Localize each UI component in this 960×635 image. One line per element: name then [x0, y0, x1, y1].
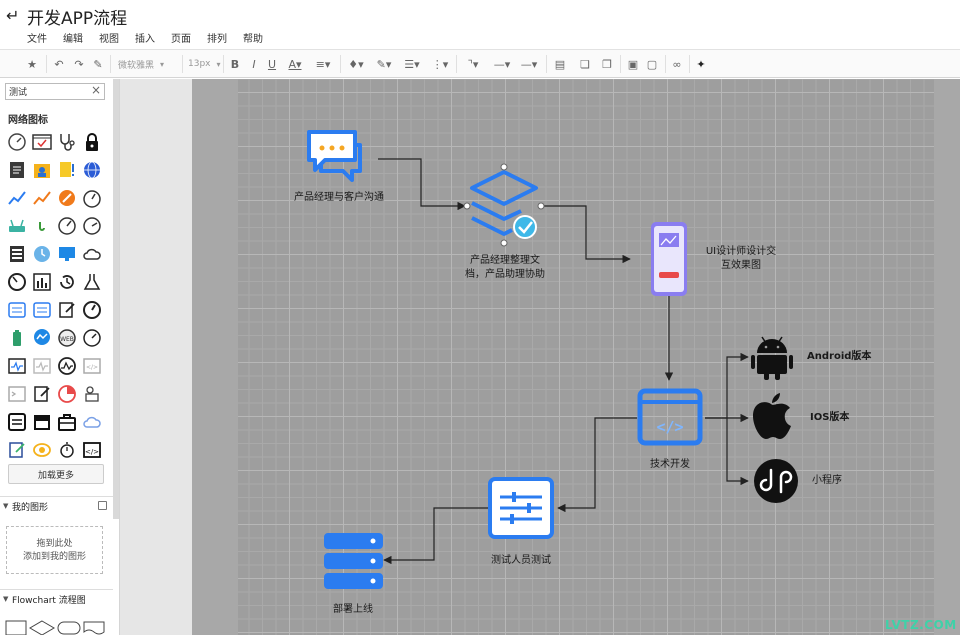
node-label-test[interactable]: 测试人员测试: [471, 554, 571, 568]
node-label-communicate[interactable]: 产品经理与客户沟通: [278, 191, 400, 205]
node-label-docs-line2[interactable]: 档，产品助理协助: [450, 268, 560, 282]
node-label-deploy[interactable]: 部署上线: [313, 603, 393, 617]
database-server-icon[interactable]: [324, 533, 383, 589]
node-label-ios[interactable]: IOS版本: [810, 411, 849, 425]
site-watermark: LVTZ.COM: [885, 618, 957, 632]
node-label-ui-line2[interactable]: 互效果图: [693, 259, 789, 273]
apple-logo-icon[interactable]: [753, 393, 791, 439]
flow-diagram: </>: [307, 130, 798, 589]
node-label-docs-line1[interactable]: 产品经理整理文: [455, 254, 555, 268]
svg-text:</>: </>: [656, 418, 683, 436]
edge-docs-to-ui[interactable]: [541, 205, 631, 264]
test-settings-panel-icon[interactable]: [488, 477, 554, 539]
code-browser-icon[interactable]: </>: [637, 388, 703, 446]
edge-dev-to-android[interactable]: [705, 352, 749, 419]
phone-ui-icon[interactable]: [651, 222, 687, 296]
edge-test-to-deploy[interactable]: [383, 507, 490, 565]
layers-check-icon[interactable]: [470, 170, 538, 239]
android-logo-icon[interactable]: [751, 336, 793, 380]
node-label-android[interactable]: Android版本: [807, 350, 871, 364]
node-label-dev[interactable]: 技术开发: [630, 458, 710, 472]
node-label-miniapp[interactable]: 小程序: [812, 474, 842, 488]
node-label-ui-line1[interactable]: UI设计师设计交: [693, 245, 789, 259]
edge-dev-to-test[interactable]: [557, 417, 637, 513]
edge-dev-to-miniapp[interactable]: [726, 418, 749, 486]
chat-bubble-icon[interactable]: [307, 130, 362, 182]
mini-program-icon[interactable]: [754, 459, 798, 503]
